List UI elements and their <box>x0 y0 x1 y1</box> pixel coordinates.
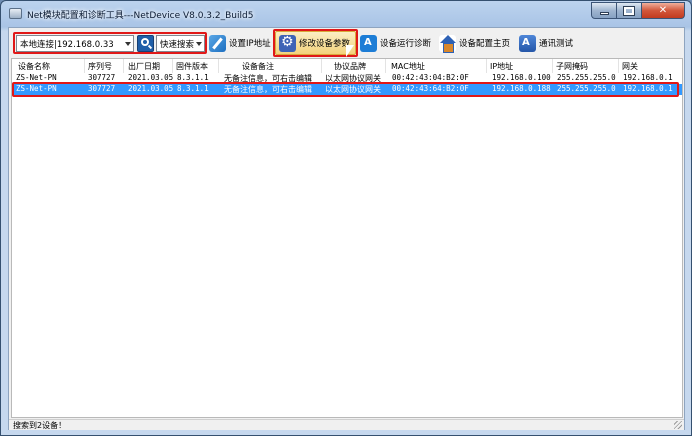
col-header-protocol[interactable]: 协议品牌 <box>334 61 366 72</box>
cell-date: 2021.03.05 <box>128 73 174 82</box>
app-icon <box>9 8 22 19</box>
device-list-header: 设备名称 序列号 出厂日期 固件版本 设备备注 协议品牌 MAC地址 IP地址 … <box>12 59 682 73</box>
home-icon <box>439 34 456 53</box>
col-header-mask[interactable]: 子网掩码 <box>556 61 588 72</box>
mouse-cursor-icon <box>345 44 355 58</box>
col-header-name[interactable]: 设备名称 <box>18 61 50 72</box>
col-header-mac[interactable]: MAC地址 <box>391 61 425 72</box>
run-diagnose-label: 设备运行诊断 <box>380 39 432 49</box>
col-header-serial[interactable]: 序列号 <box>88 61 112 72</box>
col-header-firmware[interactable]: 固件版本 <box>176 61 208 72</box>
app-window: Net模块配置和诊断工具---NetDevice V8.0.3.2_Build5… <box>0 0 692 436</box>
comm-test-label: 通讯测试 <box>539 39 574 49</box>
app-store-icon <box>360 34 377 52</box>
close-icon: ✕ <box>658 5 668 16</box>
set-ip-button[interactable]: 设置IP地址 <box>209 32 271 54</box>
cell-gateway: 192.168.0.1 <box>623 73 673 82</box>
cell-serial: 307727 <box>88 73 116 82</box>
device-list[interactable]: 设备名称 序列号 出厂日期 固件版本 设备备注 协议品牌 MAC地址 IP地址 … <box>11 58 683 418</box>
close-button[interactable]: ✕ <box>642 2 685 19</box>
client-area: 本地连接|192.168.0.33 快速搜索 设置IP地址 修改设备参数 <box>8 27 685 430</box>
cell-mac: 00:42:43:04:B2:0F <box>392 73 469 82</box>
resize-grip-icon[interactable] <box>674 421 682 429</box>
minimize-icon <box>599 12 609 15</box>
highlight-box-row <box>12 82 679 97</box>
col-header-date[interactable]: 出厂日期 <box>128 61 160 72</box>
window-title: Net模块配置和诊断工具---NetDevice V8.0.3.2_Build5 <box>27 11 254 21</box>
maximize-button[interactable] <box>617 2 642 19</box>
config-home-label: 设备配置主页 <box>459 39 511 49</box>
cell-name: ZS-Net-PN <box>16 73 57 82</box>
col-header-gateway[interactable]: 网关 <box>622 61 638 72</box>
status-text: 搜索到2设备！ <box>13 421 67 430</box>
cell-ip: 192.168.0.100 <box>492 73 551 82</box>
cell-firmware: 8.3.1.1 <box>177 73 209 82</box>
cell-mask: 255.255.255.0 <box>557 73 616 82</box>
config-home-button[interactable]: 设备配置主页 <box>439 32 510 54</box>
app-icon <box>519 34 536 52</box>
toolbar: 本地连接|192.168.0.33 快速搜索 设置IP地址 修改设备参数 <box>9 28 684 58</box>
col-header-remark[interactable]: 设备备注 <box>242 61 274 72</box>
minimize-button[interactable] <box>591 2 617 19</box>
col-header-ip[interactable]: IP地址 <box>490 61 513 72</box>
highlight-box-search <box>13 32 207 54</box>
comm-test-button[interactable]: 通讯测试 <box>519 32 573 54</box>
run-diagnose-button[interactable]: 设备运行诊断 <box>360 32 431 54</box>
status-bar: 搜索到2设备！ <box>9 419 684 430</box>
title-bar[interactable]: Net模块配置和诊断工具---NetDevice V8.0.3.2_Build5… <box>1 1 691 27</box>
caption-buttons: ✕ <box>591 2 685 20</box>
set-ip-label: 设置IP地址 <box>229 39 271 49</box>
pen-icon <box>209 34 226 52</box>
maximize-icon <box>623 5 635 16</box>
